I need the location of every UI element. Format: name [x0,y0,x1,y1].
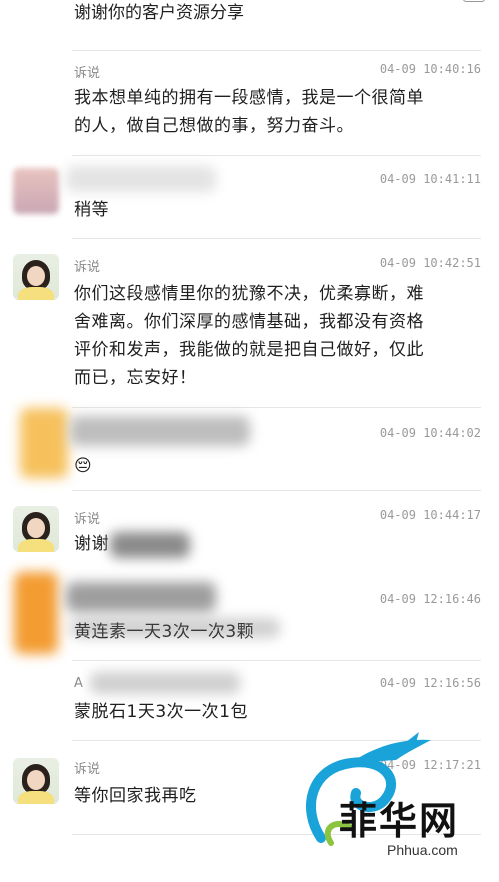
divider [72,490,481,491]
watermark-title: 菲华网 [339,798,460,843]
avatar[interactable] [14,572,58,654]
message-text: 稍等 [74,196,484,224]
message-line: 蒙脱石1天3次一次1包 [74,702,248,722]
sender-name: 诉说 [74,260,101,275]
avatar[interactable] [13,506,59,552]
message-text: 我本想单纯的拥有一段感情，我是一个很简单 的人，做自己想做的事，努力奋斗。 [74,84,484,140]
blurred-sender-name [66,166,216,192]
divider [72,238,481,239]
divider [72,660,481,661]
chat-message[interactable]: 04-09 12:16:46 黄连素一天3次一次3颗 [0,572,499,658]
watermark-logo: 菲华网 Phhua.com [291,728,491,868]
chat-message[interactable]: 04-09 10:44:02 😔 [0,408,499,488]
previous-message-text: 谢谢你的客户资源分享 [74,3,244,23]
message-time: 04-09 10:42:51 [379,256,481,270]
chat-message[interactable]: 诉说 04-09 10:40:16 我本想单纯的拥有一段感情，我是一个很简单 的… [0,54,499,154]
blur-overlay [110,532,190,558]
message-time: 04-09 10:44:17 [379,508,481,522]
avatar[interactable] [13,168,59,214]
chat-message[interactable]: 诉说 04-09 10:42:51 你们这段感情里你的犹豫不决，优柔寡断，难 舍… [0,240,499,406]
avatar[interactable] [13,758,59,804]
message-line: 评价和发声，我能做的就是把自己做好，仅此 [74,340,424,360]
blurred-sender-name [90,672,240,694]
blurred-sender-name [66,582,216,612]
message-text: 蒙脱石1天3次一次1包 [74,698,484,726]
message-line: 稍等 [74,200,109,220]
message-line: 而已，忘安好！ [74,368,197,388]
sender-name: 诉说 [74,66,101,81]
sender-name: A [74,676,83,691]
emoji: 😔 [74,456,93,476]
blurred-sender-name [70,416,250,446]
blur-overlay [70,618,280,638]
sender-name: 诉说 [74,512,101,527]
message-time: 04-09 10:41:11 [379,172,481,186]
avatar[interactable] [13,254,59,300]
chat-message[interactable]: 诉说 04-09 10:44:17 谢谢 [0,492,499,576]
message-line: 你们这段感情里你的犹豫不决，优柔寡断，难 [74,284,424,304]
message-text: 😔 [74,452,484,480]
message-time: 04-09 12:16:56 [379,676,481,690]
message-time: 04-09 12:16:46 [379,592,481,606]
avatar[interactable] [20,408,68,478]
sender-name: 诉说 [74,762,101,777]
divider [72,50,481,51]
watermark-domain: Phhua.com [387,842,458,858]
message-text: 你们这段感情里你的犹豫不决，优柔寡断，难 舍难离。你们深厚的感情基础，我都没有资… [74,280,484,392]
message-time: 04-09 10:40:16 [379,62,481,76]
message-time: 04-09 10:44:02 [379,426,481,440]
message-line: 的人，做自己想做的事，努力奋斗。 [74,116,354,136]
chat-message[interactable]: 04-09 10:41:11 稍等 [0,156,499,238]
message-line: 我本想单纯的拥有一段感情，我是一个很简单 [74,88,424,108]
message-line: 舍难离。你们深厚的感情基础，我都没有资格 [74,312,424,332]
